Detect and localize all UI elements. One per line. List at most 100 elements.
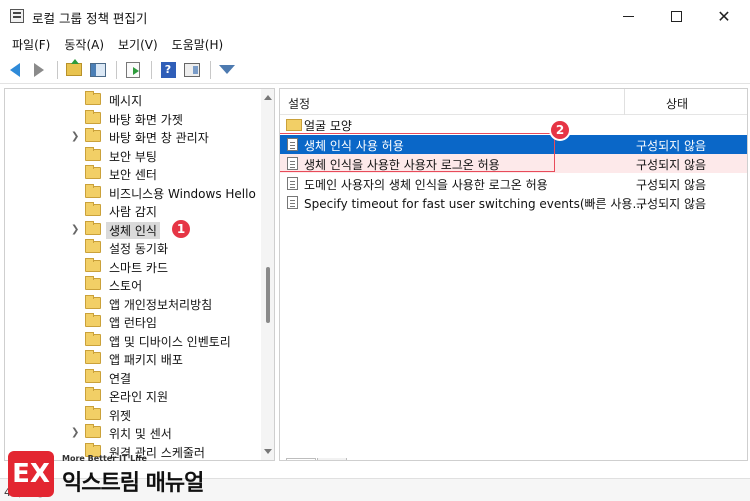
list-header: 설정 상태 [280, 89, 747, 115]
policy-status: 구성되지 않음 [636, 177, 707, 192]
back-button[interactable] [4, 59, 26, 81]
chevron-right-icon[interactable]: ❯ [71, 131, 79, 142]
tree-item-label: 앱 및 디바이스 인벤토리 [109, 334, 231, 349]
policy-row[interactable]: Specify timeout for fast user switching … [280, 193, 747, 212]
tree-item-label: 스마트 카드 [109, 260, 169, 275]
folder-icon [85, 239, 101, 253]
help-button[interactable]: ? [157, 59, 179, 81]
toolbar-separator [151, 60, 152, 79]
maximize-button[interactable] [652, 0, 700, 33]
tree-item[interactable]: 바탕 화면 가젯 [5, 109, 261, 128]
folder-icon [85, 294, 101, 309]
tree-item-label: 보안 센터 [109, 168, 157, 182]
menu-view[interactable]: 보기(V) [112, 34, 164, 55]
menu-bar: 파일(F) 동작(A) 보기(V) 도움말(H) [0, 33, 750, 55]
callout-badge-1: 1 [170, 218, 192, 240]
folder-icon [85, 257, 101, 272]
brand-logo: EX [8, 451, 54, 497]
menu-help[interactable]: 도움말(H) [166, 34, 230, 55]
column-status[interactable]: 상태 [666, 95, 688, 112]
folder-icon [286, 119, 302, 131]
brand-watermark: EX More Better IT Life 익스트림 매뉴얼 [8, 451, 228, 497]
policy-list-pane[interactable]: 설정 상태 얼굴 모양 생체 인식 사용 허용 구성되지 않음 생체 인식을 사용한 … [279, 88, 748, 461]
forward-arrow-icon [34, 62, 44, 77]
policy-setting-icon [287, 176, 298, 190]
tree-item[interactable]: 보안 부팅 [5, 146, 261, 165]
tree-item[interactable]: ❯ 생체 인식 [5, 220, 261, 239]
toolbar-separator [57, 60, 58, 79]
policy-name: 도메인 사용자의 생체 인식을 사용한 로그온 허용 [304, 177, 548, 192]
column-setting[interactable]: 설정 [288, 95, 310, 112]
tree-item-label: 앱 런타임 [109, 316, 157, 330]
folder-icon [85, 128, 101, 142]
tree-item[interactable]: 앱 및 디바이스 인벤토리 [5, 331, 261, 350]
properties-button[interactable] [181, 59, 203, 81]
tree-item-label: 바탕 화면 창 관리자 [109, 131, 209, 145]
policy-name: Specify timeout for fast user switching … [304, 197, 644, 211]
scroll-down-icon[interactable] [264, 449, 272, 454]
column-divider[interactable] [624, 89, 625, 115]
minimize-button[interactable] [604, 0, 652, 33]
show-hide-tree-icon [90, 62, 106, 77]
tree-item[interactable]: 스마트 카드 [5, 257, 261, 276]
minimize-icon [622, 16, 634, 17]
tree-item-label: 위치 및 센서 [109, 427, 172, 441]
tree-item[interactable]: 메시지 [5, 90, 261, 109]
tree-item[interactable]: ❯ 위치 및 센서 [5, 423, 261, 442]
folder-icon [85, 91, 101, 105]
tree-item[interactable]: 앱 개인정보처리방침 [5, 294, 261, 313]
tree-item[interactable]: 온라인 지원 [5, 386, 261, 405]
tree-item[interactable]: 설정 동기화 [5, 238, 261, 257]
up-one-level-button[interactable] [63, 59, 85, 81]
tree-item[interactable]: 사람 감지 [5, 201, 261, 220]
tree-item[interactable]: 앱 런타임 [5, 312, 261, 331]
window-title: 로컬 그룹 정책 편집기 [32, 11, 148, 26]
tree-item-label: 앱 개인정보처리방침 [109, 297, 213, 312]
toolbar-separator [116, 60, 117, 79]
tree-item-label: 생체 인식 [106, 221, 160, 239]
view-tabs: 확장 표준 [286, 458, 348, 460]
tab-extended[interactable]: 확장 [286, 458, 317, 460]
tree-item-label: 온라인 지원 [109, 390, 169, 404]
folder-up-icon [66, 59, 82, 76]
forward-button[interactable] [28, 59, 50, 81]
close-icon: ✕ [717, 7, 731, 26]
menu-file[interactable]: 파일(F) [6, 34, 56, 55]
export-list-button[interactable] [122, 59, 144, 81]
tree-item-label: 사람 감지 [109, 205, 157, 219]
menu-action[interactable]: 동작(A) [58, 34, 110, 55]
tree-item[interactable]: ❯ 바탕 화면 창 관리자 [5, 127, 261, 146]
folder-icon [85, 387, 101, 401]
tree-item-label: 보안 부팅 [109, 149, 157, 164]
app-icon [10, 9, 24, 23]
policy-status: 구성되지 않음 [636, 197, 707, 211]
tree-item-label: 비즈니스용 Windows Hello [109, 186, 256, 201]
tree-item[interactable]: 연결 [5, 368, 261, 387]
scroll-up-icon[interactable] [264, 95, 272, 100]
folder-icon [85, 183, 101, 198]
chevron-right-icon[interactable]: ❯ [71, 224, 79, 235]
folder-icon [85, 405, 101, 420]
tree-item[interactable]: 비즈니스용 Windows Hello [5, 183, 261, 202]
tree-item[interactable]: 스토어 [5, 275, 261, 294]
tab-standard[interactable]: 표준 [317, 458, 348, 460]
policy-row[interactable]: 도메인 사용자의 생체 인식을 사용한 로그온 허용 구성되지 않음 [280, 174, 747, 193]
tree-item-label: 메시지 [109, 94, 143, 108]
folder-icon [85, 424, 101, 438]
filter-button[interactable] [216, 59, 238, 81]
scroll-thumb[interactable] [266, 267, 270, 323]
tree-item[interactable]: 위젯 [5, 405, 261, 424]
tree-item[interactable]: 보안 센터 [5, 164, 261, 183]
chevron-right-icon[interactable]: ❯ [71, 427, 79, 438]
show-hide-tree-button[interactable] [87, 59, 109, 81]
toolbar: ? [0, 56, 750, 84]
tree-item-label: 위젯 [109, 408, 132, 423]
title-bar: 로컬 그룹 정책 편집기 ✕ [0, 0, 750, 33]
list-folder-row[interactable]: 얼굴 모양 [280, 115, 747, 134]
tree-scrollbar[interactable] [261, 89, 274, 460]
close-button[interactable]: ✕ [700, 0, 748, 33]
tree-pane[interactable]: 메시지 바탕 화면 가젯 ❯ 바탕 화면 창 관리자보안 부팅보안 센터비즈니스용 W… [4, 88, 275, 461]
folder-icon [85, 350, 101, 364]
tree-item[interactable]: 앱 패키지 배포 [5, 349, 261, 368]
folder-icon [85, 276, 101, 290]
